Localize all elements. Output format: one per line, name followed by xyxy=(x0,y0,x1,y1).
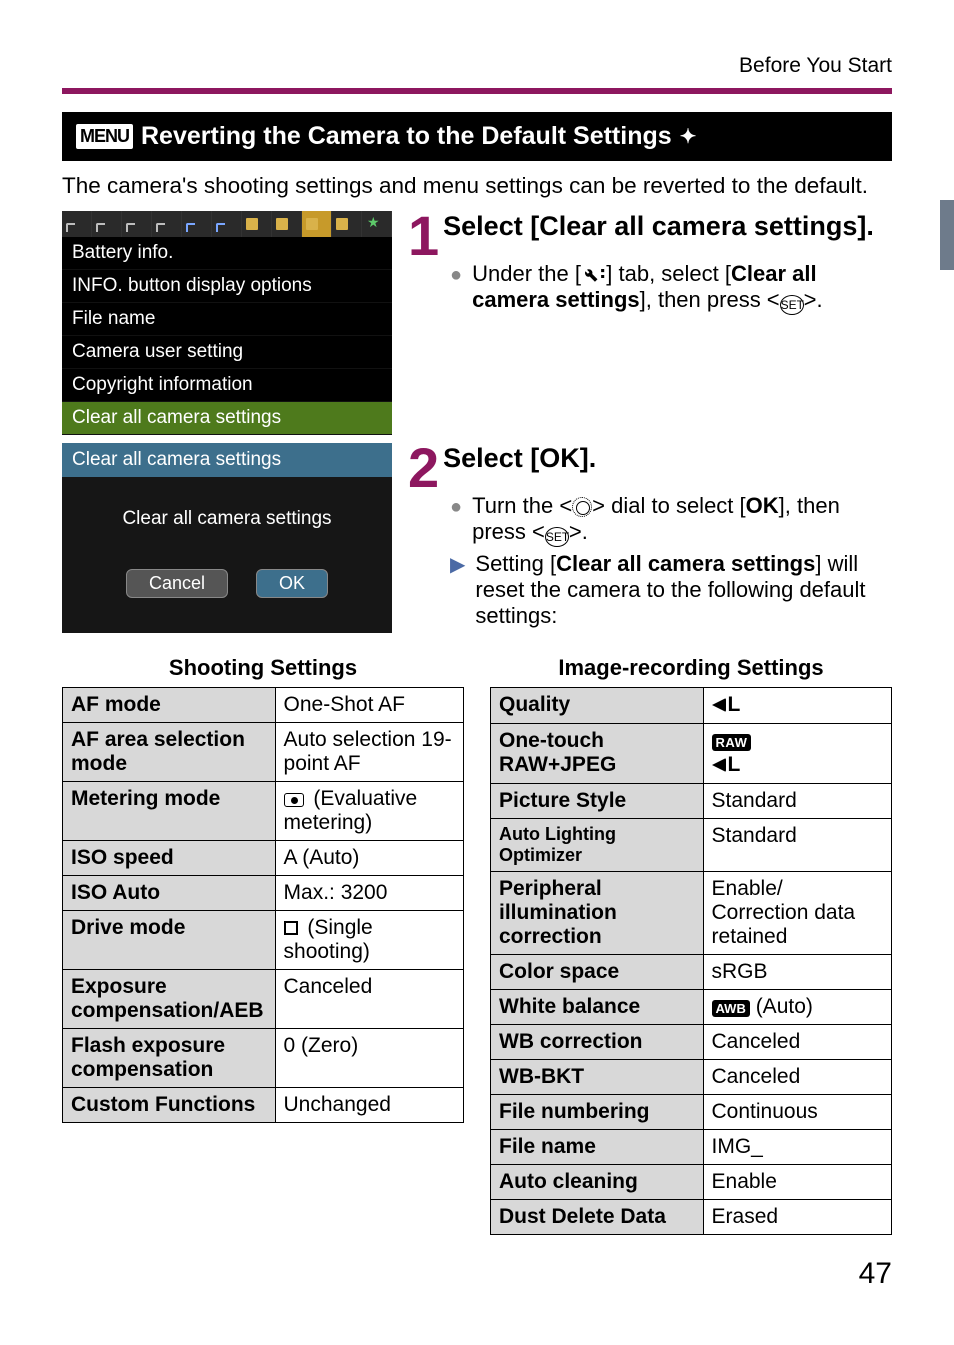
table-value: Standard xyxy=(703,784,891,819)
table-key: Drive mode xyxy=(63,911,276,970)
table-value: sRGB xyxy=(703,955,891,990)
table-value: RAWL xyxy=(703,724,891,784)
step-2-bullet-1: ● Turn the <> dial to select [OK], then … xyxy=(450,493,892,547)
menu-screenshot-1: Battery info.INFO. button display option… xyxy=(62,211,392,435)
table-key: Metering mode xyxy=(63,782,276,841)
table-value: Auto selection 19-point AF xyxy=(275,723,463,782)
table-value: Enable/Correction data retained xyxy=(703,872,891,955)
awb-icon: AWB xyxy=(712,1000,750,1017)
table-value: Unchanged xyxy=(275,1088,463,1123)
table-key: Picture Style xyxy=(491,784,704,819)
table-key: File name xyxy=(491,1130,704,1165)
dialog-cancel-button[interactable]: Cancel xyxy=(126,569,228,598)
page-title-bar: MENU Reverting the Camera to the Default… xyxy=(62,112,892,161)
table-value: 0 (Zero) xyxy=(275,1029,463,1088)
table-value: Erased xyxy=(703,1200,891,1235)
metering-icon xyxy=(284,793,304,807)
table-key: Custom Functions xyxy=(63,1088,276,1123)
menu-item[interactable]: Battery info. xyxy=(62,237,392,270)
menu-item[interactable]: Clear all camera settings xyxy=(62,402,392,435)
table-value: IMG_ xyxy=(703,1130,891,1165)
star-icon: ✦ xyxy=(680,124,697,149)
image-recording-settings-table: QualityLOne-touch RAW+JPEGRAWLPicture St… xyxy=(490,687,892,1235)
table-value: L xyxy=(703,688,891,724)
dialog-title: Clear all camera settings xyxy=(62,443,392,477)
separator xyxy=(62,88,892,94)
step-2-title: Select [OK]. xyxy=(408,443,892,474)
table-right-caption: Image-recording Settings xyxy=(490,655,892,681)
dialog-ok-button[interactable]: OK xyxy=(256,569,328,598)
table-value: A (Auto) xyxy=(275,841,463,876)
dialog-body: Clear all camera settings xyxy=(62,477,392,561)
table-value: Standard xyxy=(703,819,891,872)
table-key: Quality xyxy=(491,688,704,724)
table-value: Canceled xyxy=(703,1060,891,1095)
table-key: Dust Delete Data xyxy=(491,1200,704,1235)
table-value: (Evaluative metering) xyxy=(275,782,463,841)
menu-item[interactable]: INFO. button display options xyxy=(62,270,392,303)
step-1-num: 1 xyxy=(408,211,439,261)
table-key: Exposure compensation/AEB xyxy=(63,970,276,1029)
step-1-title: Select [Clear all camera settings]. xyxy=(408,211,892,242)
wrench-icon xyxy=(581,265,599,283)
page-number: 47 xyxy=(62,1257,892,1291)
single-shot-icon xyxy=(284,921,298,935)
set-icon: SET xyxy=(545,527,569,547)
table-value: AWB (Auto) xyxy=(703,990,891,1025)
table-key: AF mode xyxy=(63,688,276,723)
menu-screenshot-2: Clear all camera settings Clear all came… xyxy=(62,443,392,633)
table-key: AF area selection mode xyxy=(63,723,276,782)
menu-icon: MENU xyxy=(76,124,133,149)
shooting-settings-table: AF modeOne-Shot AFAF area selection mode… xyxy=(62,687,464,1123)
page-title: Reverting the Camera to the Default Sett… xyxy=(141,122,672,151)
table-value: Enable xyxy=(703,1165,891,1200)
table-key: Peripheral illumination correction xyxy=(491,872,704,955)
table-key: ISO Auto xyxy=(63,876,276,911)
table-key: White balance xyxy=(491,990,704,1025)
table-value: Canceled xyxy=(703,1025,891,1060)
quality-icon xyxy=(712,758,726,772)
step-2-num: 2 xyxy=(408,443,439,493)
section-name: Before You Start xyxy=(62,54,892,78)
table-key: One-touch RAW+JPEG xyxy=(491,724,704,784)
set-icon: SET xyxy=(780,295,804,315)
quality-icon xyxy=(712,698,726,712)
table-left-caption: Shooting Settings xyxy=(62,655,464,681)
raw-icon: RAW xyxy=(712,734,752,751)
table-key: File numbering xyxy=(491,1095,704,1130)
menu-item[interactable]: Camera user setting xyxy=(62,336,392,369)
table-value: One-Shot AF xyxy=(275,688,463,723)
step-2-bullet-2: ▶ Setting [Clear all camera settings] wi… xyxy=(450,551,892,629)
dial-icon xyxy=(572,497,592,517)
menu-item[interactable]: Copyright information xyxy=(62,369,392,402)
table-key: Color space xyxy=(491,955,704,990)
step-1-bullet: ● Under the [꞉] tab, select [Clear all c… xyxy=(450,261,892,315)
table-key: WB-BKT xyxy=(491,1060,704,1095)
table-key: ISO speed xyxy=(63,841,276,876)
table-key: Flash exposure compensation xyxy=(63,1029,276,1088)
menu-item[interactable]: File name xyxy=(62,303,392,336)
table-value: (Single shooting) xyxy=(275,911,463,970)
table-key: Auto Lighting Optimizer xyxy=(491,819,704,872)
table-key: WB correction xyxy=(491,1025,704,1060)
table-value: Continuous xyxy=(703,1095,891,1130)
table-value: Canceled xyxy=(275,970,463,1029)
page-tab xyxy=(940,200,954,270)
table-key: Auto cleaning xyxy=(491,1165,704,1200)
table-value: Max.: 3200 xyxy=(275,876,463,911)
intro-text: The camera's shooting settings and menu … xyxy=(62,173,892,199)
